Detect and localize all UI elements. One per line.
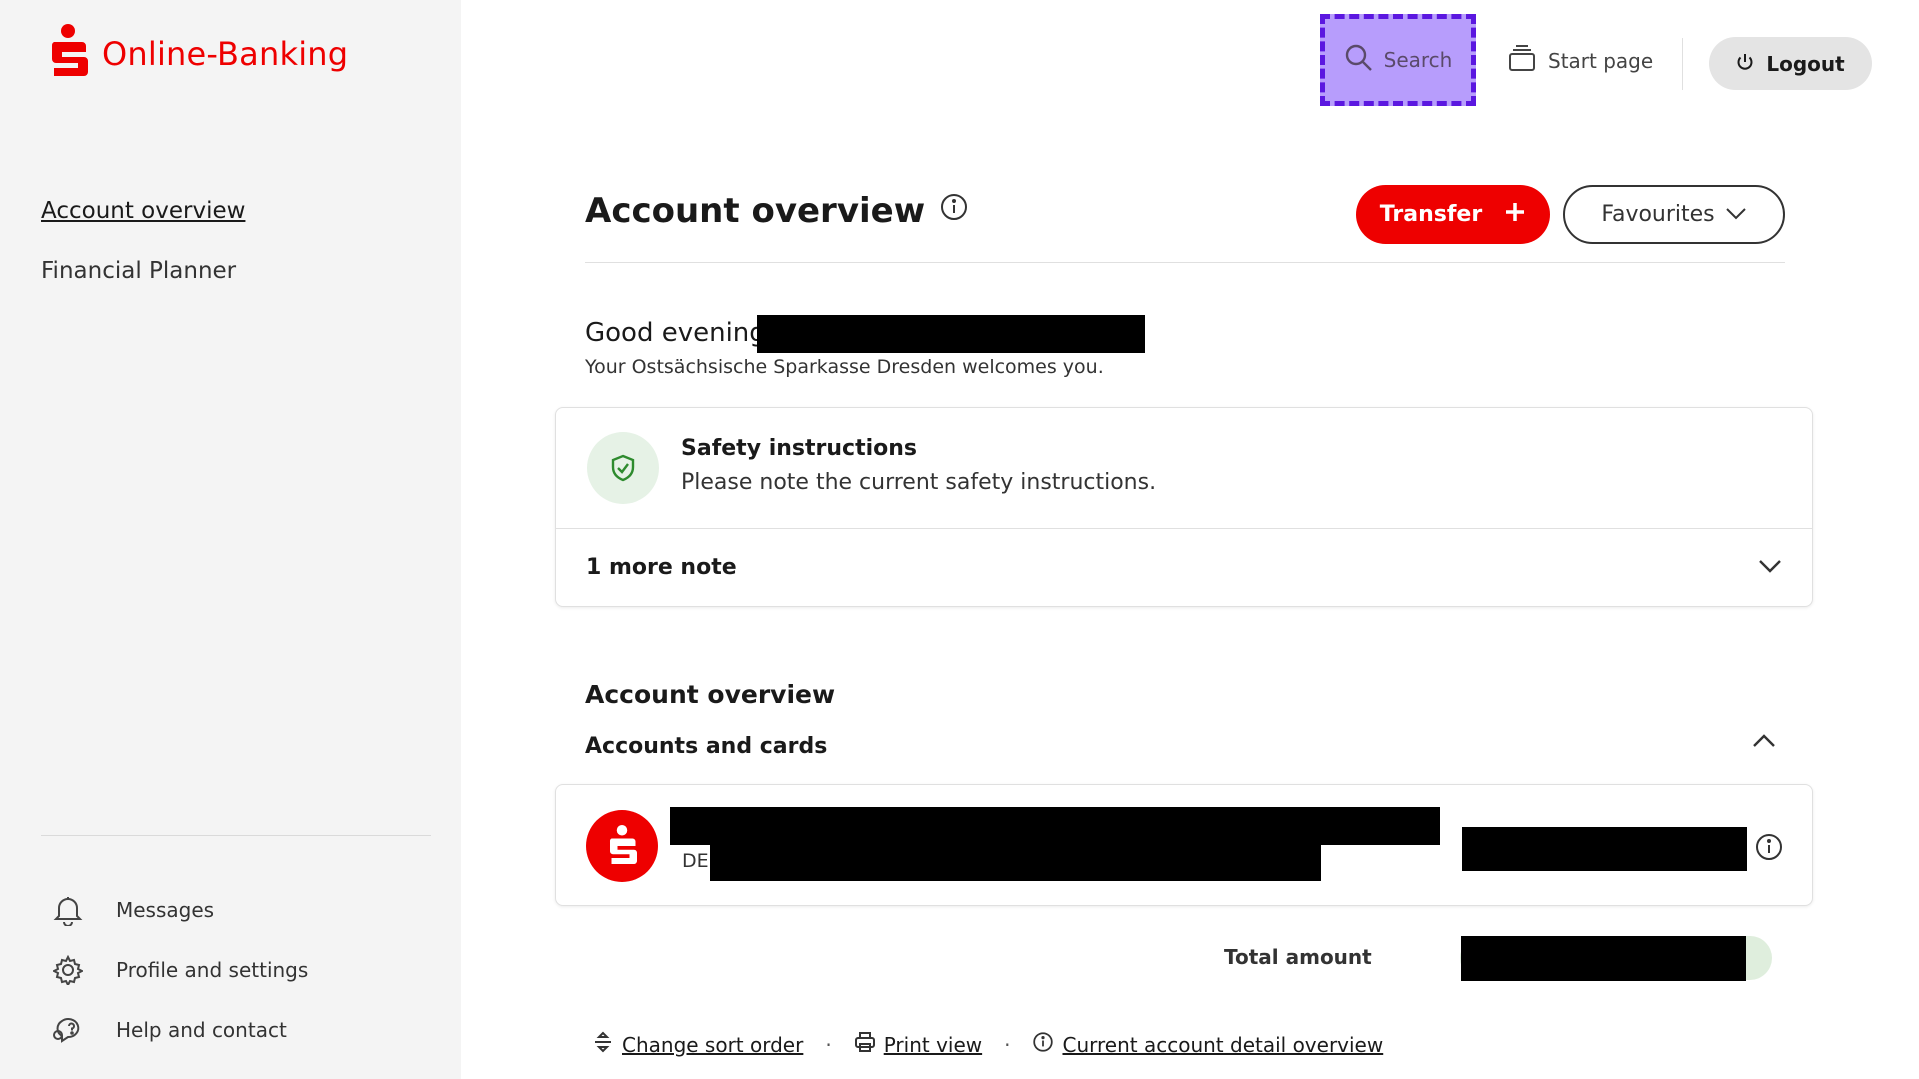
power-icon — [1736, 52, 1754, 76]
redacted-account-name — [670, 807, 1440, 845]
search-icon — [1344, 43, 1374, 78]
sidebar-item-profile-settings[interactable]: Profile and settings — [50, 940, 308, 1000]
sort-icon — [592, 1031, 614, 1058]
link-separator: · — [1004, 1032, 1011, 1057]
print-view-link[interactable]: Print view — [854, 1031, 982, 1058]
sidebar-item-label: Messages — [116, 898, 215, 922]
redacted-iban — [710, 843, 1321, 881]
page-title-text: Account overview — [585, 191, 926, 231]
link-label: Current account detail overview — [1062, 1032, 1384, 1057]
start-page-label: Start page — [1548, 48, 1654, 73]
redacted-name — [757, 315, 1145, 353]
redacted-total — [1461, 936, 1746, 981]
total-amount-label: Total amount — [1224, 945, 1372, 969]
logout-button[interactable]: Logout — [1709, 37, 1872, 90]
sidebar-divider — [41, 835, 431, 836]
header-divider — [1682, 38, 1683, 90]
search-button[interactable]: Search — [1320, 14, 1476, 106]
account-row[interactable]: DE — [555, 784, 1813, 906]
sidebar-item-account-overview[interactable]: Account overview — [41, 198, 245, 258]
chevron-up-icon[interactable] — [1752, 733, 1776, 753]
safety-text: Please note the current safety instructi… — [681, 470, 1157, 495]
page-title: Account overview — [585, 191, 969, 231]
sidebar-item-messages[interactable]: Messages — [50, 880, 308, 940]
safety-title: Safety instructions — [681, 436, 917, 461]
card-divider — [556, 528, 1812, 529]
info-icon[interactable] — [939, 191, 969, 231]
title-divider — [585, 262, 1785, 263]
sidebar: Online-Banking Account overview Financia… — [0, 0, 461, 1079]
info-icon[interactable] — [1754, 832, 1784, 866]
brand-logo[interactable]: Online-Banking — [48, 24, 348, 84]
search-label: Search — [1383, 48, 1453, 72]
link-label: Print view — [883, 1032, 983, 1057]
transfer-button[interactable]: Transfer — [1356, 185, 1550, 244]
brand-name: Online-Banking — [102, 35, 349, 73]
gear-icon — [50, 952, 86, 988]
printer-icon — [854, 1031, 876, 1058]
link-label: Change sort order — [622, 1032, 804, 1057]
stack-icon — [1508, 44, 1536, 77]
link-separator: · — [825, 1032, 832, 1057]
footer-links: Change sort order · Print view · Current… — [592, 1031, 1383, 1058]
info-icon — [1032, 1031, 1054, 1058]
chevron-down-icon[interactable] — [1758, 558, 1782, 578]
welcome-text: Your Ostsächsische Sparkasse Dresden wel… — [585, 356, 1104, 378]
sidebar-bottom-nav: Messages Profile and settings Help and c… — [50, 880, 308, 1060]
greeting: Good evening — [585, 318, 766, 348]
safety-card: Safety instructions Please note the curr… — [555, 407, 1813, 607]
sparkasse-logo-icon — [48, 24, 88, 84]
account-iban: DE — [682, 850, 709, 872]
sidebar-item-label: Help and contact — [116, 1018, 287, 1042]
more-note-toggle[interactable]: 1 more note — [586, 555, 737, 580]
favourites-dropdown[interactable]: Favourites — [1563, 185, 1785, 244]
sidebar-item-label: Profile and settings — [116, 958, 309, 982]
shield-check-icon — [587, 432, 659, 504]
bell-icon — [50, 892, 86, 928]
start-page-link[interactable]: Start page — [1508, 44, 1653, 77]
current-account-detail-link[interactable]: Current account detail overview — [1032, 1031, 1383, 1058]
section-heading-accounts-cards: Accounts and cards — [585, 734, 828, 759]
chevron-down-icon — [1725, 202, 1747, 227]
plus-icon — [1504, 201, 1526, 229]
favourites-label: Favourites — [1601, 202, 1715, 227]
chat-help-icon — [50, 1012, 86, 1048]
sidebar-item-financial-planner[interactable]: Financial Planner — [41, 258, 245, 318]
transfer-label: Transfer — [1379, 202, 1483, 227]
logout-label: Logout — [1766, 51, 1845, 76]
section-heading-account-overview: Account overview — [585, 680, 836, 709]
sidebar-item-help-contact[interactable]: Help and contact — [50, 1000, 308, 1060]
sidebar-main-nav: Account overview Financial Planner — [41, 198, 245, 318]
sparkasse-logo-icon — [586, 810, 658, 882]
change-sort-order-link[interactable]: Change sort order — [592, 1031, 803, 1058]
redacted-balance — [1462, 827, 1747, 871]
